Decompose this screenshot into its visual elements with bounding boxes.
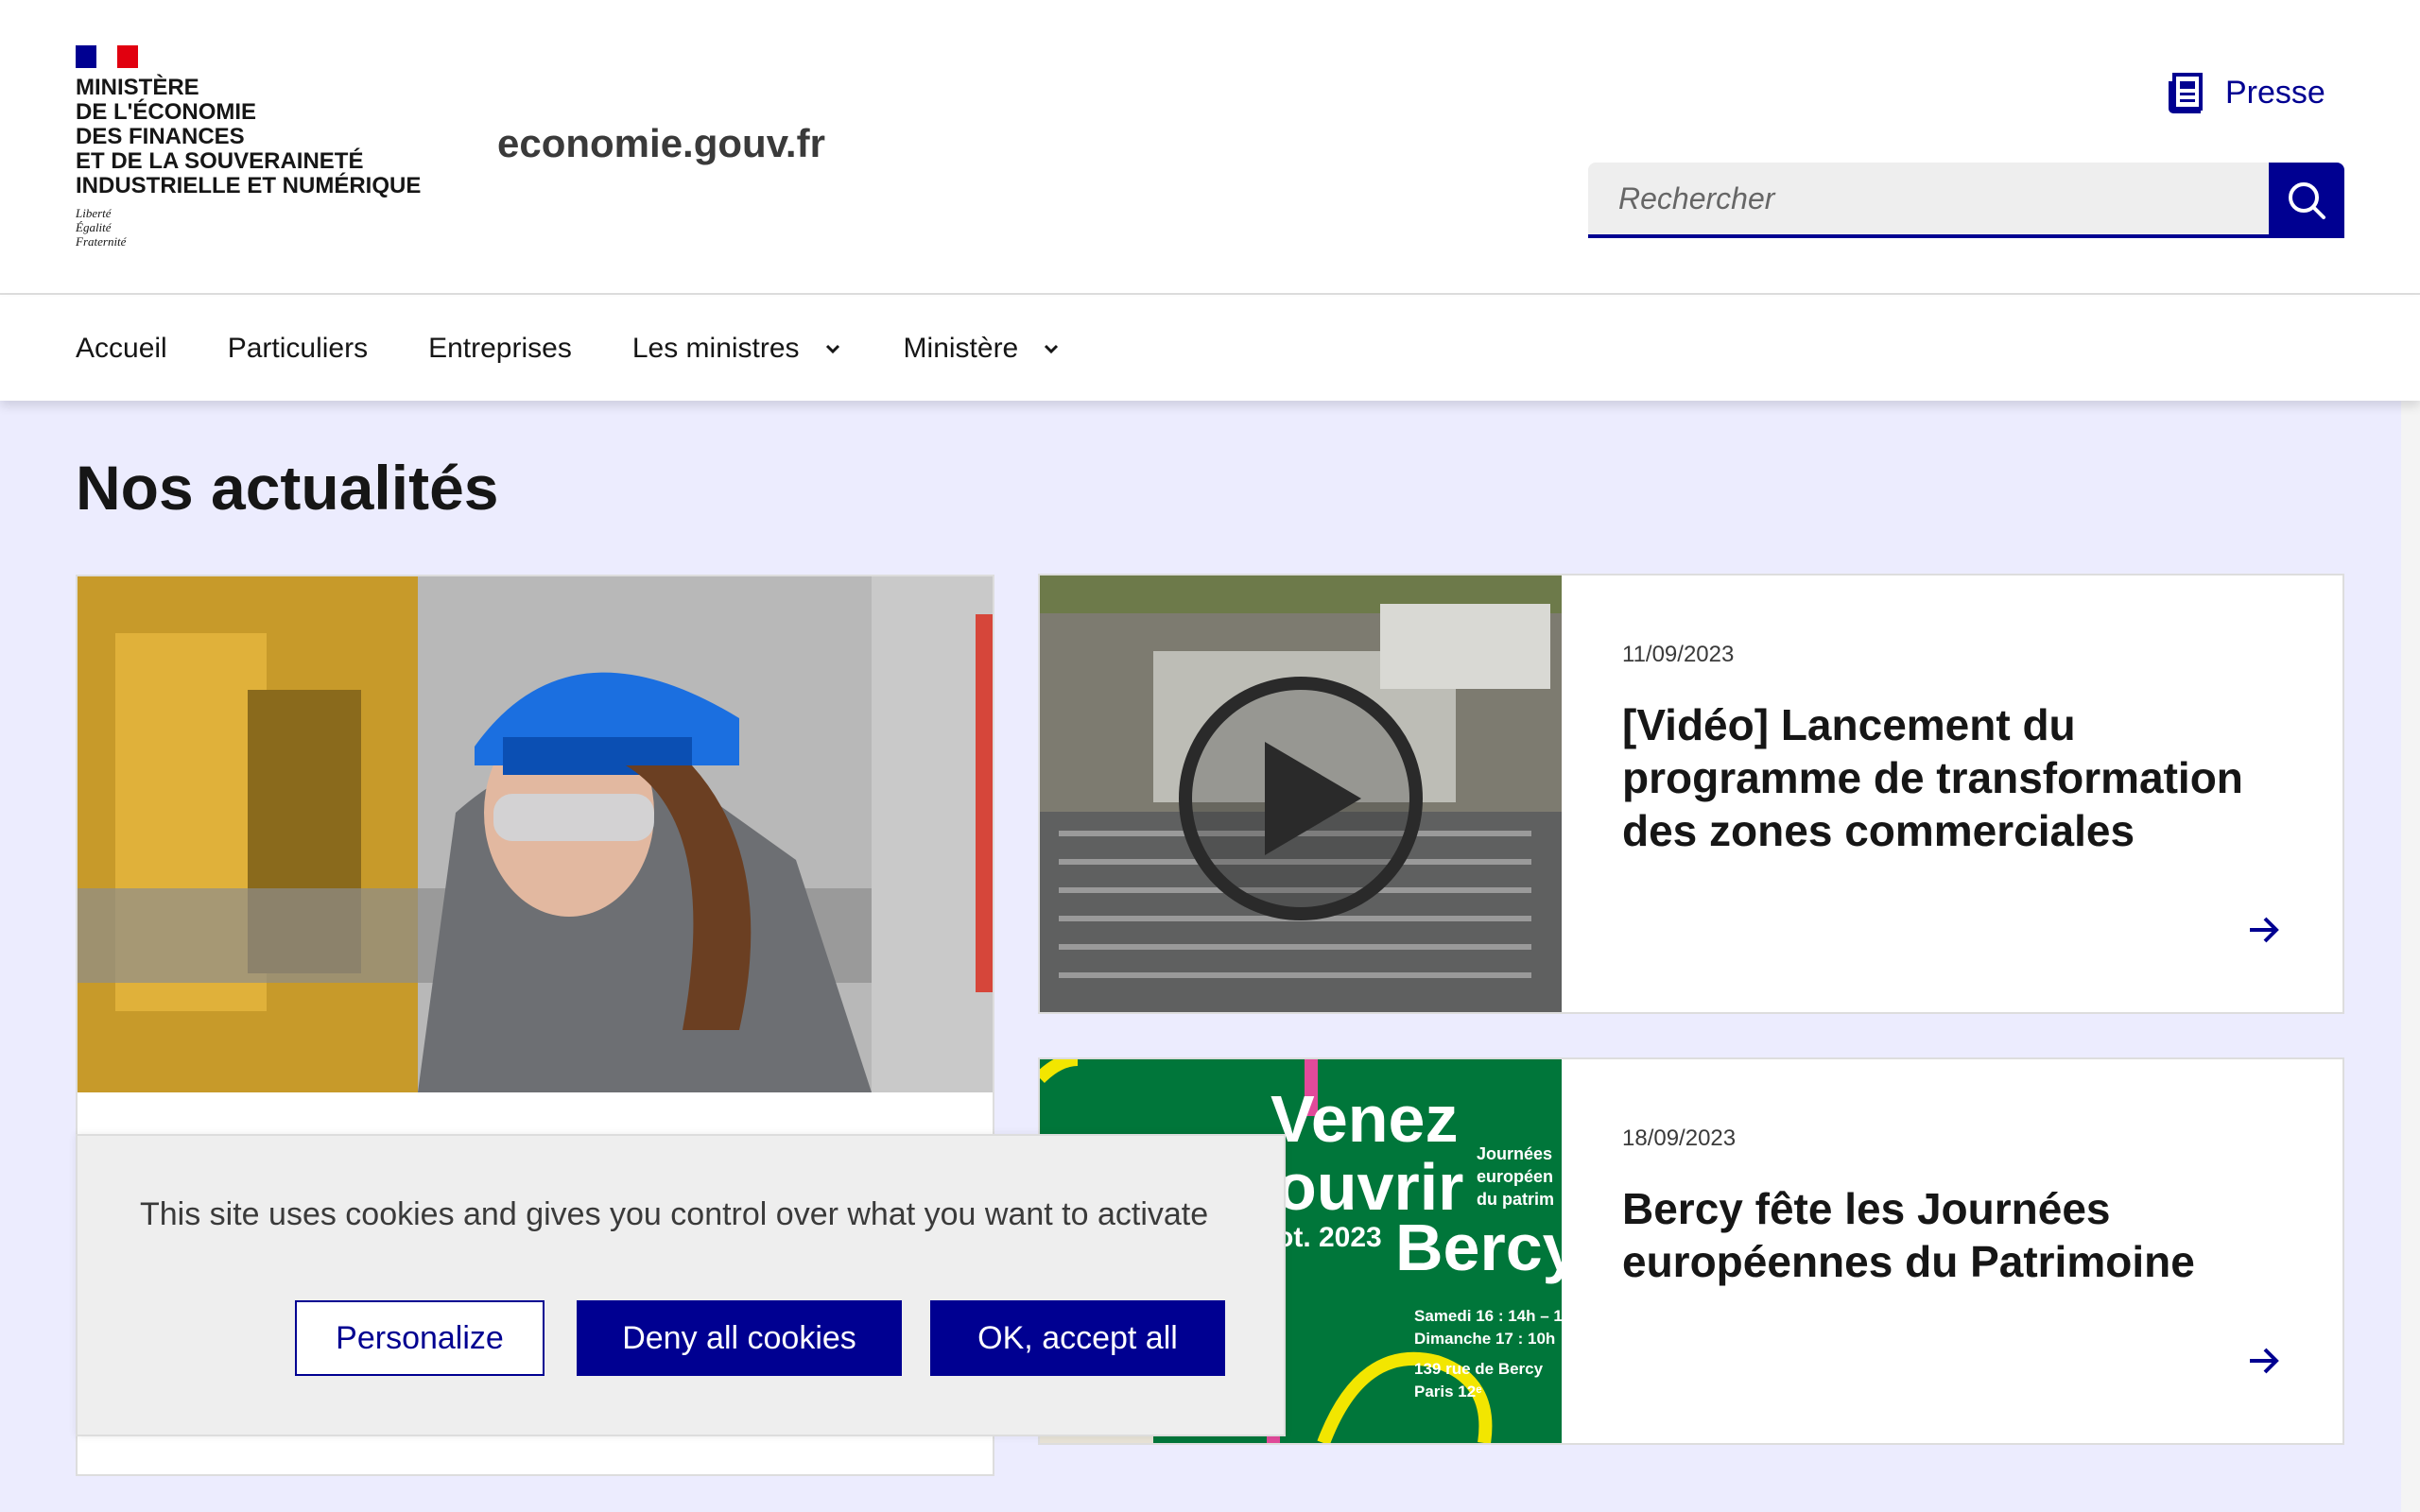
poster-text: Bercy	[1395, 1211, 1562, 1284]
search-icon	[2289, 182, 2325, 219]
nav-item-label: Entreprises	[428, 333, 572, 364]
poster-text: Journées	[1477, 1144, 1553, 1163]
nav-item-entreprises[interactable]: Entreprises	[428, 333, 572, 365]
motto-line: Liberté	[76, 206, 112, 220]
ministry-line: et de la Souveraineté	[76, 148, 364, 174]
nav-item-label: Accueil	[76, 333, 167, 364]
nav-item-accueil[interactable]: Accueil	[76, 333, 167, 365]
card-title[interactable]: Bercy fête les Journées européennes du P…	[1622, 1182, 2284, 1288]
site-header: Ministère de l'Économie des Finances et …	[0, 0, 2420, 295]
nav-item-particuliers[interactable]: Particuliers	[228, 333, 368, 365]
video-thumbnail[interactable]	[1040, 576, 1562, 1012]
ministry-line: industrielle et numérique	[76, 173, 422, 198]
poster-text: Dimanche 17 : 10h	[1414, 1330, 1556, 1348]
nav-item-label: Les ministres	[631, 333, 800, 364]
ministry-line: des Finances	[76, 124, 245, 149]
ministry-line: de l'Économie	[76, 99, 257, 125]
press-label: Presse	[2225, 74, 2325, 111]
deny-all-cookies-button[interactable]: Deny all cookies	[577, 1300, 902, 1376]
chevron-down-icon	[825, 344, 839, 354]
cookie-message: This site uses cookies and gives you con…	[140, 1196, 1209, 1232]
chevron-down-icon	[1045, 344, 1059, 354]
cookie-banner: This site uses cookies and gives you con…	[76, 1134, 1286, 1436]
accept-all-cookies-button[interactable]: OK, accept all	[930, 1300, 1225, 1376]
poster-text: du patrim	[1477, 1190, 1555, 1209]
french-flag-logo[interactable]	[76, 45, 138, 68]
site-name[interactable]: economie.gouv.fr	[497, 121, 825, 166]
poster-text: ot. 2023	[1276, 1222, 1382, 1253]
card-date: 11/09/2023	[1622, 642, 1735, 667]
personalize-button[interactable]: Personalize	[295, 1300, 544, 1376]
news-card[interactable]: 11/09/2023 [Vidéo] Lancement du programm…	[1038, 574, 2344, 1014]
poster-text: Venez	[1270, 1082, 1459, 1156]
page-title: Nos actualités	[76, 453, 499, 523]
nav-item-ministere[interactable]: Ministère	[904, 333, 1063, 365]
poster-text: 139 rue de Bercy	[1414, 1360, 1544, 1378]
poster-text: européen	[1477, 1167, 1554, 1186]
card-title[interactable]: [Vidéo] Lancement du programme de transf…	[1622, 698, 2284, 857]
motto-line: Fraternité	[76, 234, 127, 249]
ministry-line: Ministère	[76, 75, 199, 100]
main-navigation: Accueil Particuliers Entreprises Les min…	[0, 297, 2420, 401]
nav-item-les-ministres[interactable]: Les ministres	[632, 333, 843, 365]
card-date: 18/09/2023	[1622, 1125, 1737, 1151]
arrow-right-icon[interactable]	[2246, 1343, 2282, 1379]
newspaper-icon	[2169, 73, 2203, 113]
poster-text: Samedi 16 : 14h – 1	[1414, 1307, 1562, 1325]
search-bar	[1588, 163, 2344, 238]
worker-photo	[78, 576, 993, 1092]
motto-line: Égalité	[76, 220, 112, 234]
arrow-right-icon[interactable]	[2246, 912, 2282, 948]
search-input[interactable]	[1588, 163, 2269, 238]
poster-text: Paris 12ᵉ	[1414, 1383, 1482, 1400]
press-link[interactable]: Presse	[2169, 72, 2325, 113]
ministry-name[interactable]: Ministère de l'Économie des Finances et …	[76, 76, 421, 198]
scrollbar[interactable]	[2401, 401, 2420, 1512]
nav-item-label: Ministère	[903, 333, 1019, 364]
search-button[interactable]	[2269, 163, 2344, 238]
nav-item-label: Particuliers	[227, 333, 369, 364]
republic-motto: Liberté Égalité Fraternité	[76, 206, 126, 249]
